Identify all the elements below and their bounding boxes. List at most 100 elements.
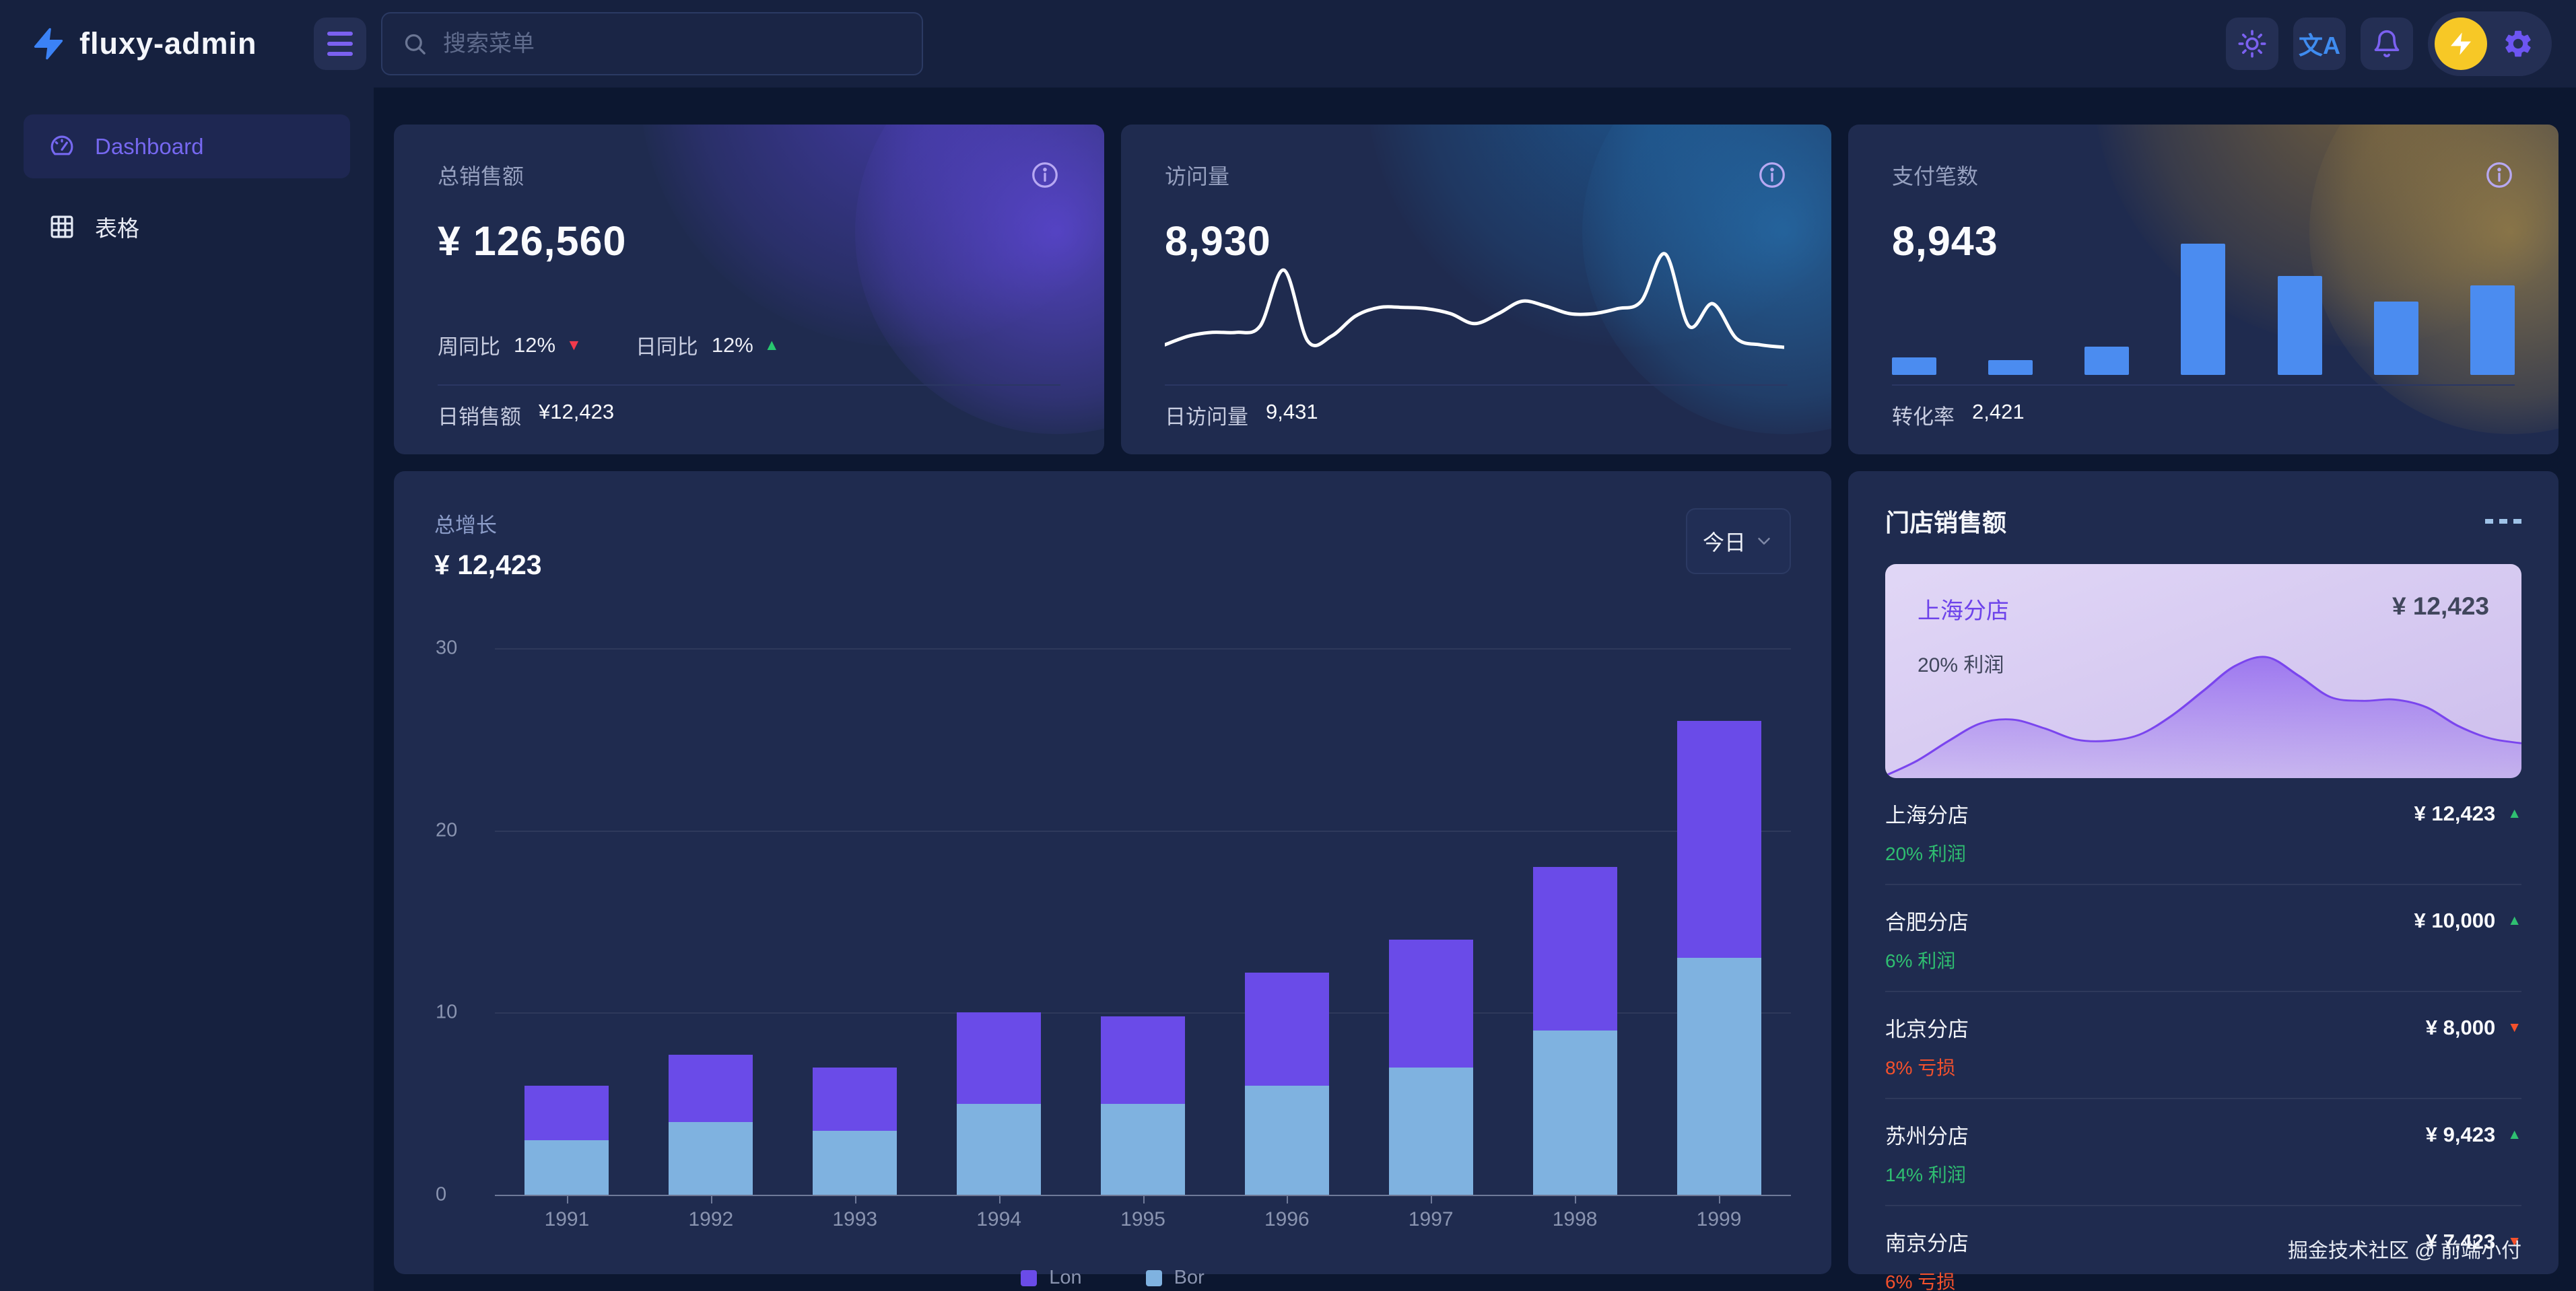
table-icon (48, 213, 76, 241)
store-name: 南京分店 (1885, 1226, 1969, 1257)
search-box[interactable] (381, 12, 923, 75)
search-icon (401, 30, 428, 57)
card-footer: 日访问量 9,431 (1165, 400, 1318, 430)
bar-1999[interactable] (1677, 721, 1761, 1195)
growth-header: 总增长 ¥ 12,423 今日 (434, 508, 1791, 581)
store-row: 苏州分店 ¥ 9,423 ▲ 14% 利润 (1885, 1099, 2521, 1206)
footer-label: 日销售额 (438, 400, 521, 430)
bar-segment-bor (669, 1122, 753, 1195)
featured-store-card[interactable]: 上海分店 ¥ 12,423 20% 利润 (1885, 564, 2521, 778)
dashboard-page: fluxy-admin 文A (0, 0, 2576, 1291)
axis-tick (999, 1195, 1001, 1203)
x-axis-label: 1992 (639, 1208, 783, 1231)
total-sales-value: ¥ 126,560 (438, 217, 1060, 265)
sidebar-item-dashboard[interactable]: Dashboard (24, 114, 350, 178)
axis-tick (1287, 1195, 1288, 1203)
card-divider (438, 384, 1060, 386)
sidebar-item-table[interactable]: 表格 (24, 195, 350, 258)
range-select-value: 今日 (1703, 526, 1746, 557)
bar-1993[interactable] (813, 1068, 897, 1195)
footer-value: 2,421 (1972, 400, 2025, 430)
collapse-menu-button[interactable] (314, 18, 366, 70)
growth-plot: 0102030199119921993199419951996199719981… (495, 648, 1791, 1196)
footer-value: ¥12,423 (539, 400, 614, 430)
x-axis-label: 1993 (783, 1208, 927, 1231)
y-axis-tick: 0 (436, 1184, 479, 1206)
info-icon[interactable] (1029, 160, 1060, 190)
theme-toggle-button[interactable] (2226, 18, 2278, 70)
store-note: 6% 亏损 (1885, 1267, 2521, 1291)
bar-1995[interactable] (1101, 1016, 1185, 1195)
bar-1992[interactable] (669, 1055, 753, 1195)
bar-1997[interactable] (1389, 940, 1473, 1195)
card-title: 访问量 (1165, 160, 1229, 190)
store-name: 苏州分店 (1885, 1119, 1969, 1150)
featured-store-name: 上海分店 (1918, 592, 2009, 625)
bar-1994[interactable] (957, 1012, 1041, 1195)
mini-bar (1892, 357, 1936, 375)
language-switch-button[interactable]: 文A (2293, 18, 2346, 70)
card-title: 支付笔数 (1892, 160, 1978, 190)
bar-segment-lon (1389, 940, 1473, 1068)
bar-1998[interactable] (1533, 867, 1617, 1195)
store-row: 上海分店 ¥ 12,423 ▲ 20% 利润 (1885, 778, 2521, 885)
watermark: 掘金技术社区 @ 前端小付 (2288, 1234, 2521, 1263)
info-icon[interactable] (2484, 160, 2515, 190)
store-value: ¥ 9,423 (2426, 1123, 2495, 1147)
store-value: ¥ 10,000 (2414, 909, 2496, 933)
info-icon[interactable] (1757, 160, 1788, 190)
header-actions: 文A (2226, 11, 2576, 76)
card-title: 总销售额 (438, 160, 524, 190)
store-note: 8% 亏损 (1885, 1053, 2521, 1080)
search-input[interactable] (442, 30, 903, 58)
visits-sparkline-chart (1165, 229, 1784, 370)
mini-bar (2374, 302, 2418, 375)
axis-tick (567, 1195, 568, 1203)
bar-segment-lon (1245, 973, 1329, 1086)
bar-segment-lon (669, 1055, 753, 1122)
lightning-logo-icon (31, 26, 66, 61)
trend-up-icon: ▲ (2507, 1127, 2521, 1143)
footer-value: 9,431 (1266, 400, 1318, 430)
store-row: 合肥分店 ¥ 10,000 ▲ 6% 利润 (1885, 885, 2521, 992)
bar-segment-lon (957, 1012, 1041, 1103)
bar-segment-bor (957, 1104, 1041, 1195)
bar-segment-bor (1101, 1104, 1185, 1195)
sun-icon (2237, 29, 2267, 59)
growth-panel: 总增长 ¥ 12,423 今日 010203019911992199319941… (394, 471, 1831, 1274)
bar-segment-bor (1677, 958, 1761, 1195)
more-menu-icon[interactable] (2485, 512, 2521, 530)
featured-store-note: 20% 利润 (1918, 648, 2489, 678)
bar-segment-bor (524, 1140, 609, 1195)
y-axis-tick: 20 (436, 819, 479, 841)
avatar (2435, 18, 2487, 70)
mini-bar (2181, 244, 2225, 375)
card-footer: 转化率 2,421 (1892, 400, 2025, 430)
bar-segment-bor (1245, 1086, 1329, 1195)
store-name: 上海分店 (1885, 798, 1969, 829)
payments-bar-chart (1892, 242, 2515, 375)
trend-up-icon: ▲ (2507, 806, 2521, 822)
axis-tick (1431, 1195, 1432, 1203)
metric-周同比: 周同比12% ▼ (438, 330, 582, 360)
legend-item-Bor[interactable]: Bor (1146, 1267, 1205, 1289)
hamburger-icon (327, 32, 353, 56)
featured-store-value: ¥ 12,423 (2392, 592, 2489, 621)
translate-icon: 文A (2299, 26, 2340, 61)
notifications-button[interactable] (2361, 18, 2413, 70)
axis-tick (711, 1195, 712, 1203)
brand-name: fluxy-admin (79, 26, 257, 61)
user-menu[interactable] (2428, 11, 2552, 76)
bar-segment-lon (1533, 867, 1617, 1031)
y-axis-tick: 30 (436, 637, 479, 660)
gear-icon[interactable] (2502, 28, 2534, 60)
mini-bar (2278, 276, 2322, 375)
date-range-select[interactable]: 今日 (1686, 508, 1791, 574)
brand-logo[interactable]: fluxy-admin (0, 26, 314, 61)
store-sales-panel: 门店销售额 上海分店 ¥ 12,423 20% 利润 (1848, 471, 2558, 1274)
x-axis-label: 1997 (1359, 1208, 1503, 1231)
legend-item-Lon[interactable]: Lon (1021, 1267, 1081, 1289)
bar-1996[interactable] (1245, 973, 1329, 1195)
chevron-down-icon (1754, 531, 1774, 551)
bar-1991[interactable] (524, 1086, 609, 1195)
